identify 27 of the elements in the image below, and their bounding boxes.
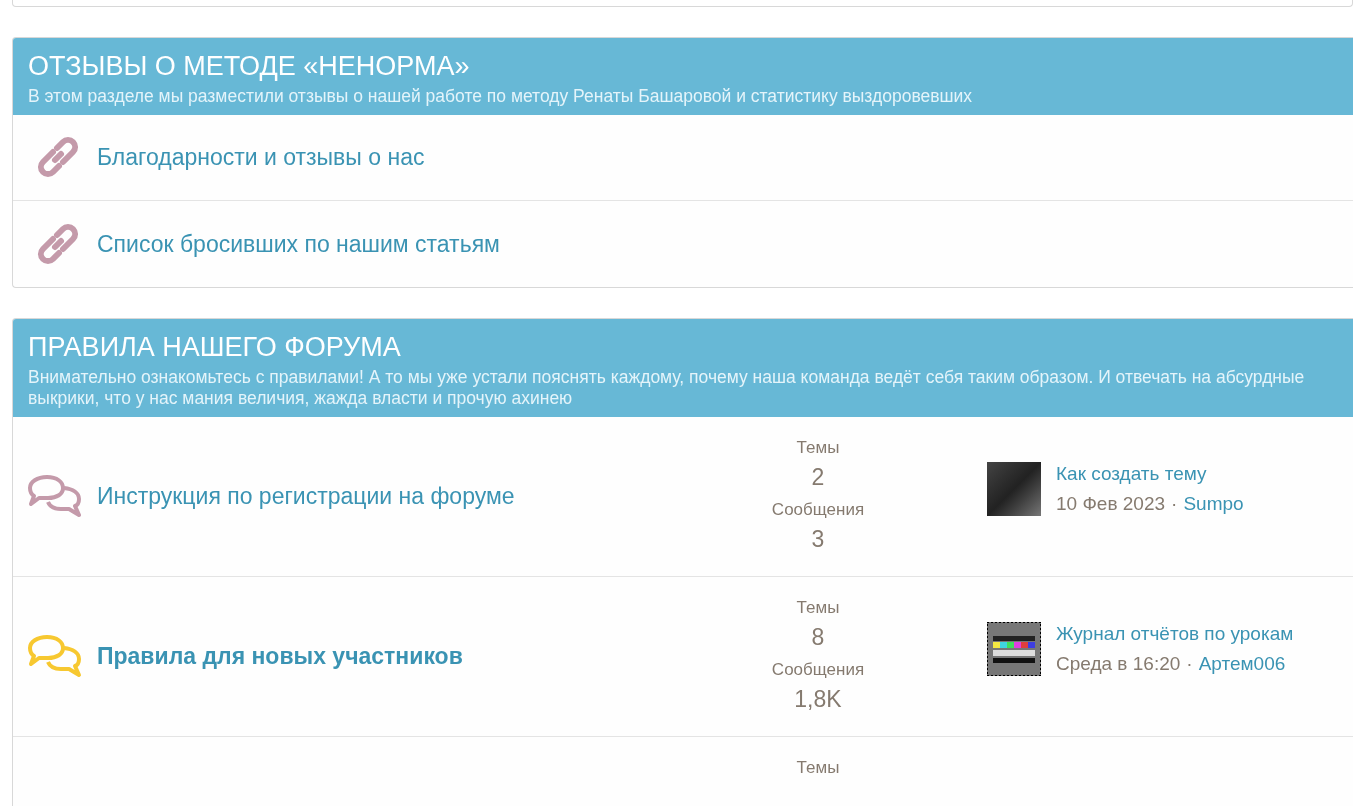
test-pattern-avatar[interactable] [987, 622, 1041, 677]
messages-label: Сообщения [771, 658, 865, 681]
category-title[interactable]: ОТЗЫВЫ О МЕТОДЕ «НЕНОРМА» [28, 48, 1338, 86]
last-thread-link[interactable]: Журнал отчётов по урокам [1056, 619, 1294, 649]
link-forum-title[interactable]: Список бросивших по нашим статьям [97, 226, 500, 262]
threads-label: Темы [796, 436, 840, 459]
last-post-date: Среда в 16:20 [1056, 652, 1181, 677]
threads-label: Темы [796, 756, 840, 779]
category-description: Внимательно ознакомьтесь с правилами! А то мы уже устали пояснять каждому, почему наша команда ведёт себя таким образом. И отвечать на абсурдные выкрики, что у нас мания величия, жажда власти и прочую ахинею [28, 366, 1306, 409]
threads-count: 8 [811, 623, 825, 653]
threads-count: 2 [811, 463, 825, 493]
separator-dot: · [1171, 492, 1178, 517]
messages-count: 3 [811, 525, 825, 555]
messages-label: Сообщения [771, 498, 865, 521]
forum-title[interactable]: Правила для новых участников [97, 638, 463, 674]
category-description: В этом разделе мы разместили отзывы о нашей работе по методу Ренаты Башаровой и статистику выздоровевших [28, 85, 974, 107]
link-forum-title[interactable]: Благодарности и отзывы о нас [97, 140, 425, 175]
last-thread-link[interactable]: Как создать тему [1056, 459, 1244, 489]
last-post-date: 10 Фев 2023 [1056, 492, 1166, 517]
author-link[interactable]: Артем006 [1198, 650, 1286, 679]
category-title[interactable]: ПРАВИЛА НАШЕГО ФОРУМА [28, 328, 1338, 367]
forum-title[interactable]: Инструкция по регистрации на форуме [97, 478, 515, 514]
separator-dot: · [1186, 652, 1193, 677]
messages-count: 1,8K [794, 685, 842, 715]
avatar-photo-placeholder[interactable] [987, 462, 1041, 517]
author-link[interactable]: Sumpo [1183, 490, 1244, 519]
threads-label: Темы [796, 596, 840, 619]
